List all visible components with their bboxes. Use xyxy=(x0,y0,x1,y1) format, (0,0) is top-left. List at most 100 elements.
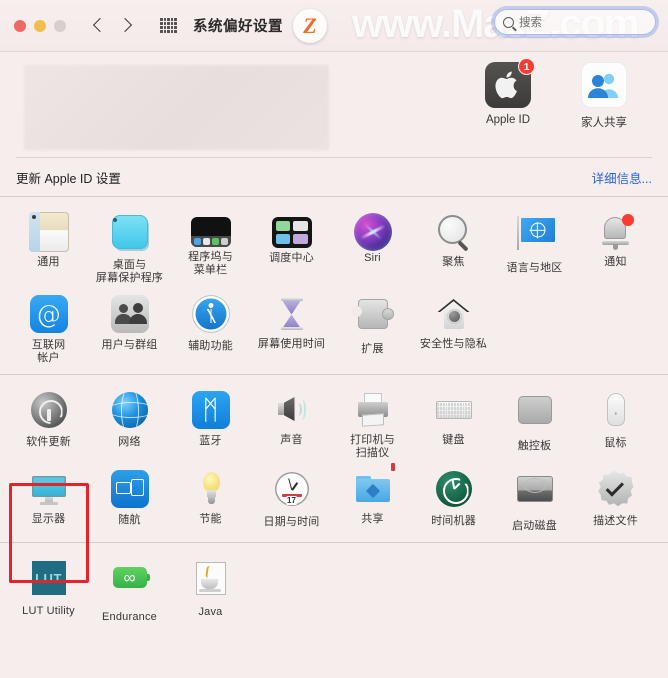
lut-utility-icon: LUT xyxy=(29,561,69,601)
pref-item-label: 时间机器 xyxy=(431,515,476,527)
apple-id-detail-link[interactable]: 详细信息... xyxy=(592,168,652,187)
language-region-icon xyxy=(515,216,555,258)
startup-disk-icon xyxy=(515,476,555,516)
pref-item-printers-scanners[interactable]: 打印机与 扫描仪 xyxy=(332,384,413,463)
pref-item-sidecar[interactable]: 随航 xyxy=(89,463,170,536)
macz-logo: Z xyxy=(293,8,327,43)
grid-view-icon[interactable] xyxy=(160,18,177,33)
sharing-icon xyxy=(353,463,395,509)
sidecar-icon xyxy=(110,470,150,510)
pref-item-label: 触控板 xyxy=(517,440,552,452)
pref-item-label: 通知 xyxy=(604,256,627,268)
pref-item-displays[interactable]: 显示器 xyxy=(8,463,89,536)
pref-item-sharing[interactable]: 共享 xyxy=(332,463,413,536)
redacted-account-info xyxy=(24,65,329,150)
internet-accounts-icon: @ xyxy=(29,295,69,335)
pref-item-label: 扩展 xyxy=(361,343,384,355)
mouse-icon xyxy=(596,393,636,433)
pref-item-label: 声音 xyxy=(280,434,303,446)
pref-item-label: 节能 xyxy=(199,513,222,525)
pref-item-software-update[interactable]: 软件更新 xyxy=(8,384,89,463)
pref-item-spotlight[interactable]: 聚焦 xyxy=(413,206,494,288)
sound-icon xyxy=(272,390,312,430)
family-sharing-icon xyxy=(581,62,627,108)
apple-id-banner: 1 Apple ID 家人共享 xyxy=(0,52,668,157)
minimize-button[interactable] xyxy=(34,19,46,32)
system-section: 通用 桌面与 屏幕保护程序 程序坞与 菜单栏 调度中心 Siri 聚焦 语言与地… xyxy=(0,197,668,374)
pref-item-label: LUT Utility xyxy=(22,605,75,617)
bluetooth-icon: ᛗ xyxy=(191,391,231,431)
pref-item-bluetooth[interactable]: ᛗ 蓝牙 xyxy=(170,384,251,463)
pref-item-date-time[interactable]: 17 日期与时间 xyxy=(251,463,332,536)
extensions-icon xyxy=(350,299,394,339)
pref-item-general[interactable]: 通用 xyxy=(8,206,89,288)
accessibility-icon xyxy=(191,296,231,336)
chevron-left-icon[interactable] xyxy=(92,16,108,36)
pref-item-internet-accounts[interactable]: @ 互联网 帐户 xyxy=(8,288,89,368)
pref-item-trackpad[interactable]: 触控板 xyxy=(494,384,575,463)
network-icon xyxy=(110,392,150,432)
pref-item-siri[interactable]: Siri xyxy=(332,206,413,288)
pref-item-label: 显示器 xyxy=(31,513,66,525)
pref-item-label: 启动磁盘 xyxy=(512,520,557,532)
zoom-button[interactable] xyxy=(54,19,66,32)
search-field-container: 搜索 xyxy=(494,9,656,35)
pref-item-desktop-screensaver[interactable]: 桌面与 屏幕保护程序 xyxy=(89,206,170,288)
pref-item-sound[interactable]: 声音 xyxy=(251,384,332,463)
siri-icon xyxy=(353,213,392,251)
hardware-section: 软件更新 网络 ᛗ 蓝牙 声音 打印机与 扫描仪 键盘 触控板 鼠标 显示器 随… xyxy=(0,375,668,542)
pref-item-notifications[interactable]: 通知 xyxy=(575,206,656,288)
java-icon xyxy=(191,562,231,602)
navigation-buttons xyxy=(92,16,134,36)
pref-item-java[interactable]: Java xyxy=(170,552,251,627)
pref-item-label: 网络 xyxy=(118,436,141,448)
pref-item-label: 桌面与 屏幕保护程序 xyxy=(95,259,164,284)
pref-item-label: 安全性与隐私 xyxy=(419,338,488,350)
search-input[interactable]: 搜索 xyxy=(494,9,656,35)
pref-row: 显示器 随航 节能 17 日期与时间 共享 时间机器 启动磁盘 描述文件 xyxy=(0,463,668,536)
pref-item-network[interactable]: 网络 xyxy=(89,384,170,463)
chevron-right-icon[interactable] xyxy=(118,16,134,36)
pref-item-energy-saver[interactable]: 节能 xyxy=(170,463,251,536)
pref-item-keyboard[interactable]: 键盘 xyxy=(413,384,494,463)
pref-item-apple-id[interactable]: 1 Apple ID xyxy=(472,58,544,130)
pref-item-label: 家人共享 xyxy=(581,117,627,129)
pref-item-label: 共享 xyxy=(361,513,384,525)
pref-item-label: 日期与时间 xyxy=(263,516,320,528)
pref-item-label: 软件更新 xyxy=(26,436,71,448)
pref-item-label: 辅助功能 xyxy=(188,340,233,352)
pref-item-screen-time[interactable]: 屏幕使用时间 xyxy=(251,288,332,368)
pref-item-users-groups[interactable]: 用户与群组 xyxy=(89,288,170,368)
pref-item-label: 通用 xyxy=(37,256,60,268)
pref-item-security-privacy[interactable]: 安全性与隐私 xyxy=(413,288,494,368)
pref-row: 通用 桌面与 屏幕保护程序 程序坞与 菜单栏 调度中心 Siri 聚焦 语言与地… xyxy=(0,206,668,288)
pref-item-family-sharing[interactable]: 家人共享 xyxy=(568,62,640,130)
sharing-marker-dot xyxy=(390,463,395,471)
pref-item-mouse[interactable]: 鼠标 xyxy=(575,384,656,463)
traffic-light-group xyxy=(14,19,66,32)
pref-item-mission-control[interactable]: 调度中心 xyxy=(251,206,332,288)
software-update-icon xyxy=(29,392,69,432)
pref-item-language-region[interactable]: 语言与地区 xyxy=(494,206,575,288)
close-button[interactable] xyxy=(14,19,26,32)
pref-item-startup-disk[interactable]: 启动磁盘 xyxy=(494,463,575,536)
pref-item-label: Java xyxy=(198,606,223,618)
pref-item-extensions[interactable]: 扩展 xyxy=(332,288,413,368)
page-title: 系统偏好设置 xyxy=(193,19,283,35)
dock-menubar-icon xyxy=(190,217,231,247)
pref-item-label: 互联网 帐户 xyxy=(31,339,66,364)
apple-id-update-text: 更新 Apple ID 设置 xyxy=(16,171,121,186)
pref-item-accessibility[interactable]: 辅助功能 xyxy=(170,288,251,368)
pref-item-dock-menubar[interactable]: 程序坞与 菜单栏 xyxy=(170,206,251,288)
pref-row: 软件更新 网络 ᛗ 蓝牙 声音 打印机与 扫描仪 键盘 触控板 鼠标 xyxy=(0,384,668,463)
pref-item-label: 程序坞与 菜单栏 xyxy=(188,251,233,276)
mission-control-icon xyxy=(271,217,312,248)
pref-item-endurance[interactable]: ∞ Endurance xyxy=(89,552,170,627)
search-placeholder: 搜索 xyxy=(519,17,542,29)
endurance-icon: ∞ xyxy=(110,567,150,607)
pref-item-profiles[interactable]: 描述文件 xyxy=(575,463,656,536)
energy-saver-icon xyxy=(191,469,231,509)
keyboard-icon xyxy=(434,390,474,430)
pref-item-lut-utility[interactable]: LUT LUT Utility xyxy=(8,552,89,627)
pref-item-time-machine[interactable]: 时间机器 xyxy=(413,463,494,536)
